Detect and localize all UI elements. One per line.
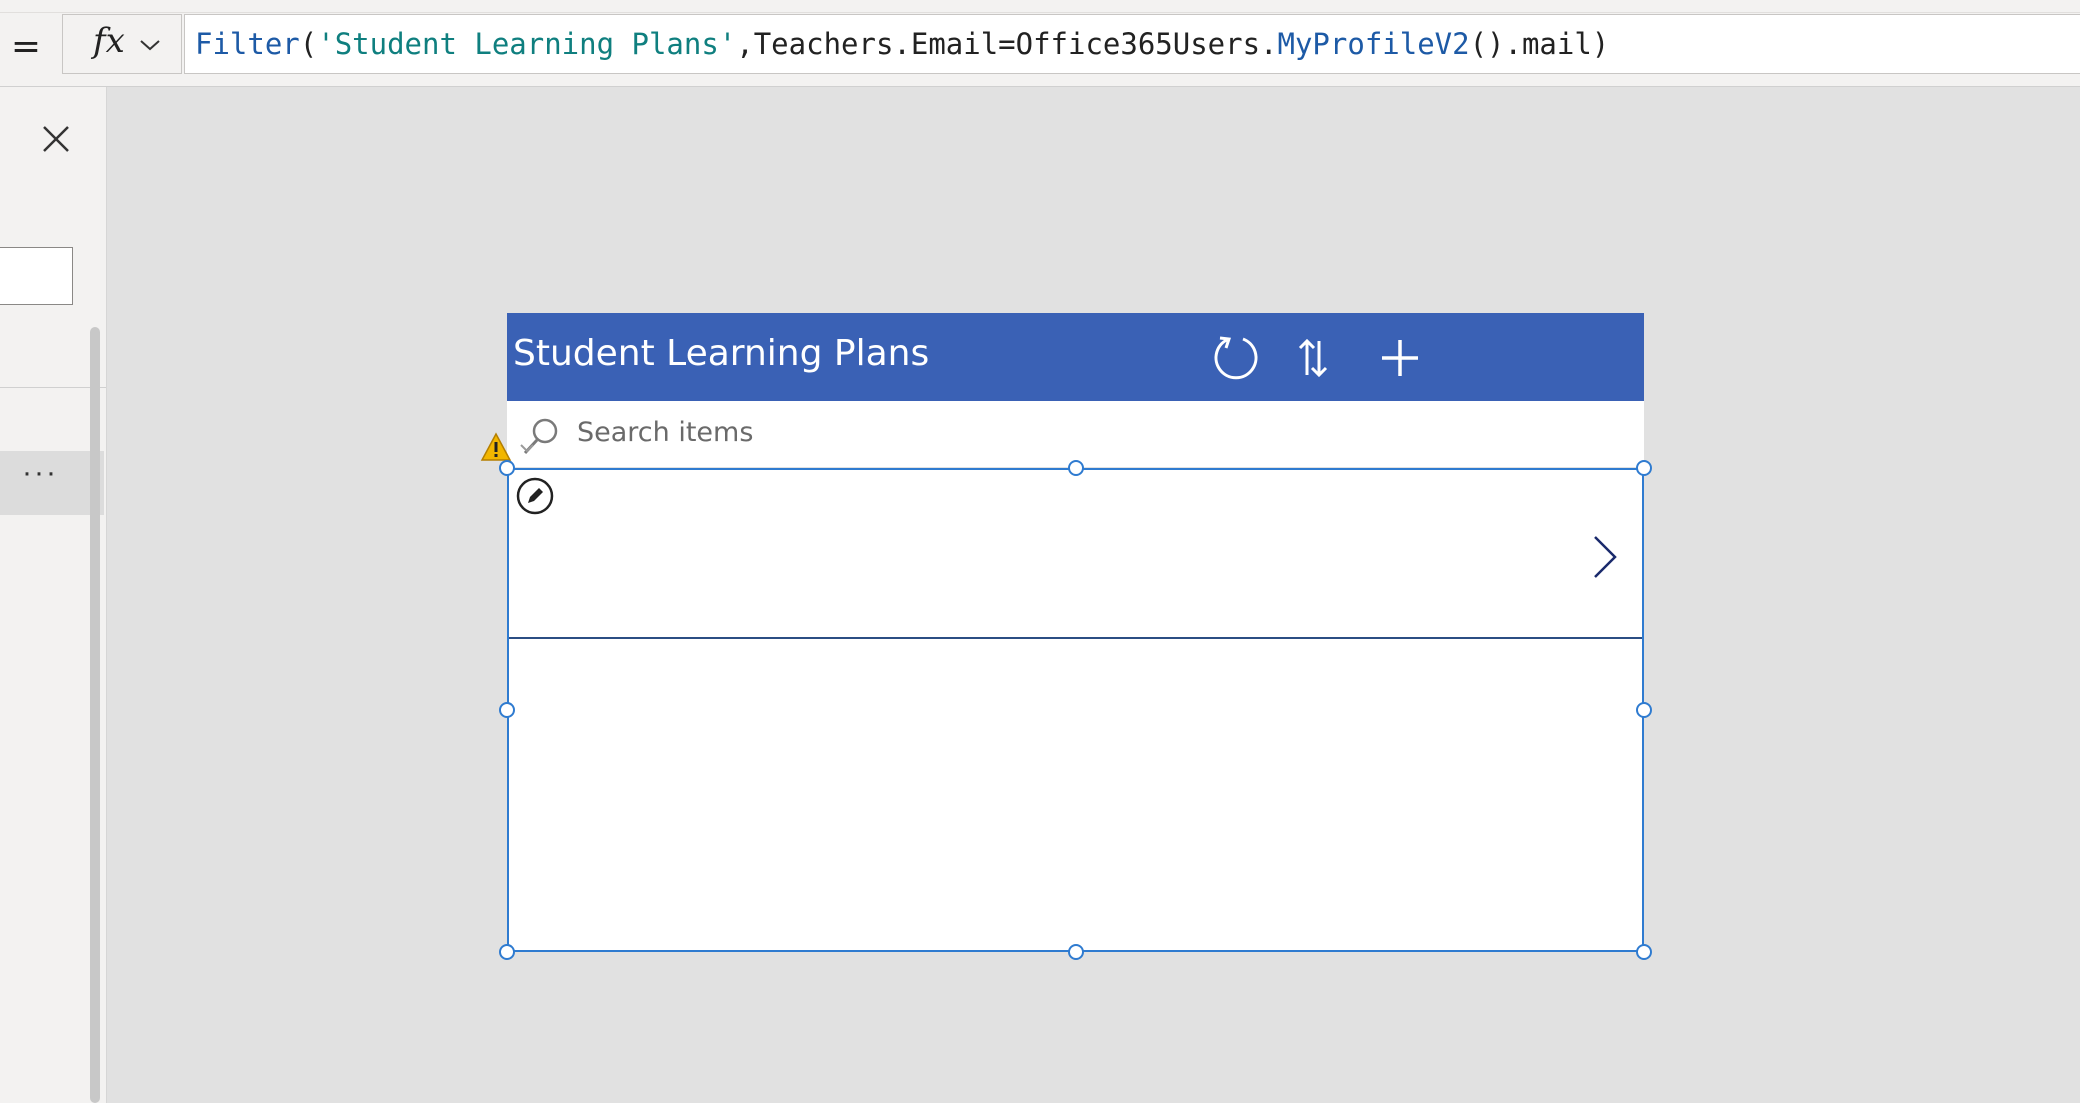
- refresh-icon[interactable]: [1211, 333, 1261, 383]
- fx-label: fx: [93, 21, 125, 61]
- formula-bar: = fx Filter('Student Learning Plans',Tea…: [0, 0, 2080, 87]
- app-header-bar: Student Learning Plans: [507, 313, 1644, 401]
- left-panel: ···: [0, 87, 107, 1103]
- formula-token: MyProfileV2: [1277, 27, 1470, 61]
- resize-handle-top-left[interactable]: [499, 460, 515, 476]
- resize-handle-top-right[interactable]: [1636, 460, 1652, 476]
- panel-scrollbar[interactable]: [90, 327, 100, 1103]
- edit-icon[interactable]: [515, 476, 555, 516]
- formula-token: Filter: [195, 27, 300, 61]
- search-box[interactable]: Search items: [507, 401, 1644, 467]
- formula-token: (: [299, 27, 318, 61]
- resize-handle-bottom-right[interactable]: [1636, 944, 1652, 960]
- formula-token: ().mail): [1469, 27, 1610, 61]
- panel-search-input[interactable]: [0, 247, 73, 305]
- more-options-button[interactable]: ···: [0, 451, 104, 515]
- resize-handle-top[interactable]: [1068, 460, 1084, 476]
- chevron-right-icon[interactable]: [1591, 534, 1619, 580]
- chevron-down-icon: [140, 40, 160, 51]
- resize-handle-bottom[interactable]: [1068, 944, 1084, 960]
- resize-handle-right[interactable]: [1636, 702, 1652, 718]
- sort-icon[interactable]: [1288, 333, 1338, 383]
- add-icon[interactable]: [1375, 333, 1425, 383]
- formula-token: ,Teachers.Email=Office365Users.: [736, 27, 1278, 61]
- resize-handle-left[interactable]: [499, 702, 515, 718]
- formula-bar-top-strip: [0, 0, 2080, 13]
- fx-dropdown-button[interactable]: fx: [62, 14, 182, 74]
- resize-handle-bottom-left[interactable]: [499, 944, 515, 960]
- app-title: Student Learning Plans: [513, 333, 930, 374]
- formula-input[interactable]: Filter('Student Learning Plans',Teachers…: [184, 14, 2080, 74]
- close-icon[interactable]: [38, 121, 74, 157]
- warning-icon[interactable]: [480, 432, 512, 462]
- gallery-row-separator: [509, 637, 1642, 639]
- search-input[interactable]: Search items: [577, 417, 753, 448]
- search-icon: [520, 418, 558, 455]
- formula-token: 'Student Learning Plans': [317, 27, 737, 61]
- equals-symbol: =: [10, 26, 42, 67]
- gallery[interactable]: [507, 468, 1644, 952]
